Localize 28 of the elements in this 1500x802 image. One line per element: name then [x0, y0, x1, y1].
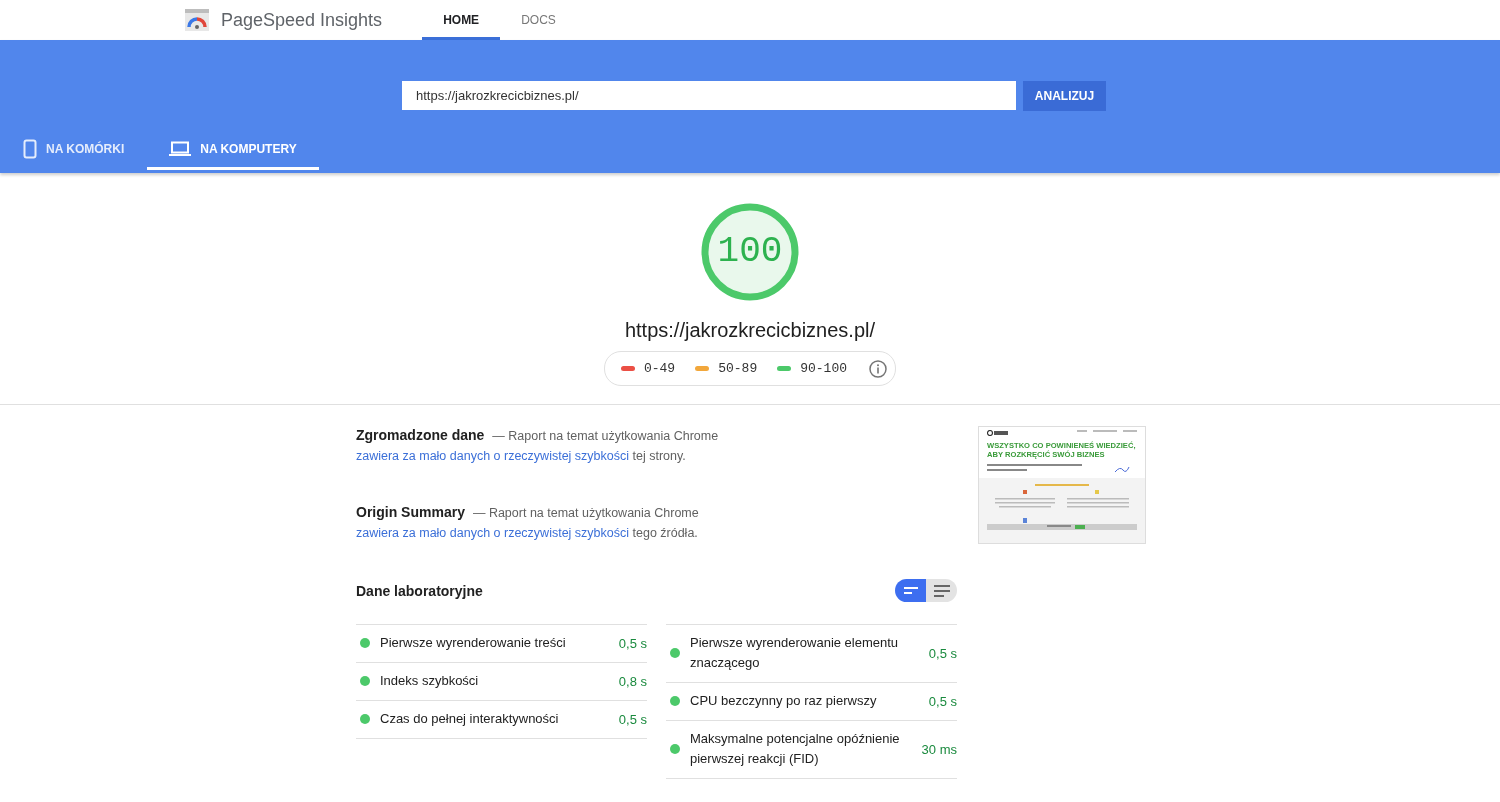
app-title: PageSpeed Insights: [221, 9, 383, 31]
section-description: Origin Summary — Raport na temat użytkowania Chrome zawiera za mało danych o rzeczywistej szybkości tego źródła.: [356, 503, 700, 542]
legend-label: 90-100: [800, 361, 847, 376]
score-value: 100: [716, 231, 784, 272]
legend-label: 0-49: [643, 361, 676, 376]
legend-label: 50-89: [718, 361, 758, 376]
link[interactable]: zawiera za mało danych o rzeczywistej szybkości: [356, 526, 630, 540]
analyze-button[interactable]: ANALIZUJ: [1023, 81, 1106, 111]
metric-value: 0,5 s: [928, 645, 957, 661]
metric-label: CPU bezczynny po raz pierwszy: [690, 692, 878, 710]
nav-tab[interactable]: DOCS: [500, 3, 577, 40]
metric-label: Pierwsze wyrenderowanie elementu znaczącego: [690, 634, 900, 672]
metric-label: Czas do pełnej interaktywności: [380, 710, 560, 728]
device-tab[interactable]: NA KOMPUTERY: [147, 130, 319, 170]
url-input[interactable]: https://jakrozkrecicbiznes.pl/: [402, 81, 1016, 110]
metric-value: 0,5 s: [618, 635, 647, 651]
metric-label: Maksymalne potencjalne opóźnienie pierwszej reakcji (FID): [690, 730, 901, 768]
tested-url: https://jakrozkrecicbiznes.pl/: [624, 319, 876, 342]
section-title: Dane laboratoryjne: [356, 582, 483, 599]
metric-value: 0,5 s: [928, 693, 957, 709]
link[interactable]: zawiera za mało danych o rzeczywistej szybkości: [356, 449, 630, 463]
metric-value: 0,5 s: [618, 711, 647, 727]
metric-value: 30 ms: [921, 741, 957, 757]
metric-label: Pierwsze wyrenderowanie treści: [380, 634, 567, 652]
metric-label: Indeks szybkości: [380, 672, 480, 690]
section-description: Zgromadzone dane — Raport na temat użytkowania Chrome zawiera za mało danych o rzeczywistej szybkości tej strony.: [356, 426, 720, 465]
metric-value: 0,8 s: [618, 673, 647, 689]
device-tab[interactable]: NA KOMÓRKI: [4, 130, 144, 170]
